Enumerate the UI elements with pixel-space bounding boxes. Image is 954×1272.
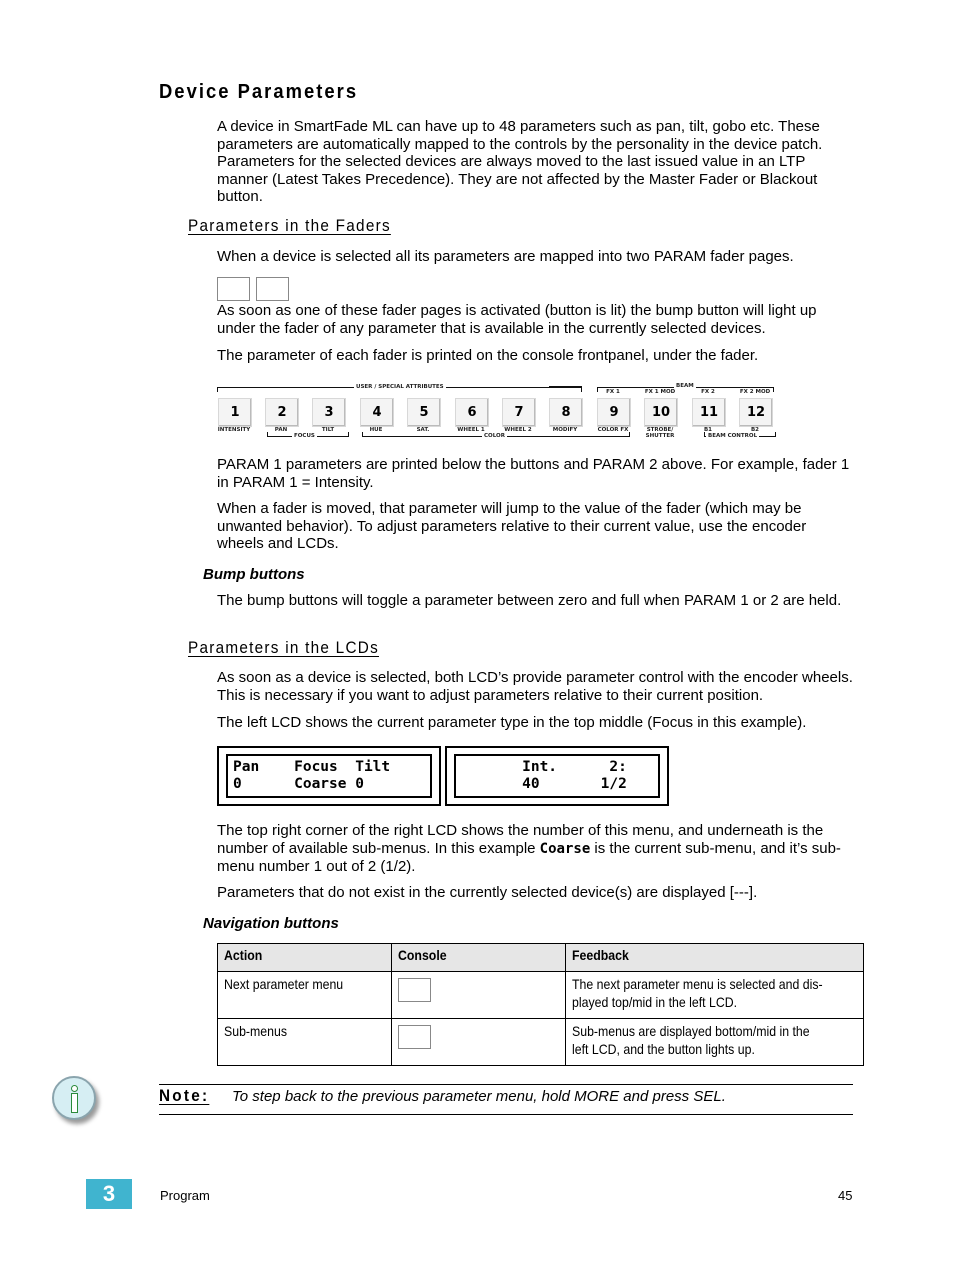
fader-button-12: 12 (739, 398, 773, 427)
param2-label-9: FX 1 (606, 389, 620, 395)
table-header-action: Action (217, 943, 392, 972)
param2-label-12: FX 2 MOD (739, 389, 771, 395)
console-frontpanel: USER / SPECIAL ATTRIBUTES BEAM 1 2 3 4 5… (212, 378, 778, 442)
right-lcd: Int. 2: 40 1/2 (445, 746, 669, 806)
fader-button-3: 3 (312, 398, 346, 427)
table-cell-action: Next parameter menu (217, 971, 392, 1019)
fader-button-11: 11 (692, 398, 726, 427)
note-bottom-rule (159, 1114, 853, 1115)
lcds-paragraph-4: Parameters that do not exist in the curr… (217, 884, 758, 901)
note-label: Note: (159, 1086, 210, 1105)
param1-label-1: INTENSITY (217, 427, 251, 433)
left-lcd-line-2: 0 Coarse 0 (233, 776, 364, 792)
info-icon (52, 1076, 96, 1120)
lcds-paragraph-3: The top right corner of the right LCD sh… (217, 822, 857, 876)
table-header-feedback: Feedback (565, 943, 864, 972)
fader-button-9: 9 (597, 398, 631, 427)
faders-paragraph-5: When a fader is moved, that parameter wi… (217, 500, 807, 552)
table-row: Sub-menus Sub-menus are displayed bottom… (217, 1018, 864, 1066)
left-lcd: Pan Focus Tilt 0 Coarse 0 (217, 746, 441, 806)
fader-button-1: 1 (218, 398, 252, 427)
table-header-console: Console (391, 943, 566, 972)
fader-button-8: 8 (549, 398, 583, 427)
group-label-focus: FOCUS (292, 433, 317, 439)
fader-button-2: 2 (265, 398, 299, 427)
table-cell-console (391, 1018, 566, 1066)
fader-button-7: 7 (502, 398, 536, 427)
table-row: Next parameter menu The next parameter m… (217, 971, 864, 1019)
faders-paragraph-4: PARAM 1 parameters are printed below the… (217, 456, 850, 491)
sub-menus-button[interactable] (398, 1025, 431, 1049)
section-title: Device Parameters (159, 81, 359, 103)
intro-paragraph: A device in SmartFade ML can have up to … (217, 118, 823, 205)
chapter-number-badge: 3 (86, 1179, 132, 1209)
fader-button-6: 6 (455, 398, 489, 427)
param1-page-button[interactable] (217, 277, 250, 301)
table-cell-feedback: The next parameter menu is selected and … (565, 971, 864, 1019)
navigation-buttons-title: Navigation buttons (203, 915, 339, 932)
param1-label-10: STROBE/ SHUTTER (645, 427, 675, 439)
info-icon-bar (71, 1093, 78, 1113)
user-special-bracket-end (549, 386, 582, 392)
fader-button-10: 10 (644, 398, 678, 427)
param2-label-11: FX 2 (701, 389, 715, 395)
fader-button-5: 5 (407, 398, 441, 427)
bump-buttons-paragraph: The bump buttons will toggle a parameter… (217, 592, 842, 609)
lcds-paragraph-2: The left LCD shows the current parameter… (217, 714, 807, 731)
note-top-rule (159, 1084, 853, 1085)
next-parameter-menu-button[interactable] (398, 978, 431, 1002)
lcds-paragraph-1: As soon as a device is selected, both LC… (217, 669, 853, 704)
page-number: 45 (838, 1188, 853, 1203)
group-label-color: COLOR (482, 433, 507, 439)
note-text: To step back to the previous parameter m… (232, 1088, 726, 1105)
table-cell-console (391, 971, 566, 1019)
faders-paragraph-3: The parameter of each fader is printed o… (217, 347, 759, 364)
group-label-beam-control: BEAM CONTROL (706, 433, 760, 439)
left-lcd-line-1: Pan Focus Tilt (233, 759, 391, 775)
table-cell-action: Sub-menus (217, 1018, 392, 1066)
bump-buttons-title: Bump buttons (203, 566, 305, 583)
group-label-user-special: USER / SPECIAL ATTRIBUTES (354, 384, 446, 390)
footer-chapter-title: Program (160, 1188, 210, 1203)
subsection-title-lcds: Parameters in the LCDs (188, 638, 379, 657)
faders-paragraph-2: As soon as one of these fader pages is a… (217, 302, 817, 337)
param2-page-button[interactable] (256, 277, 289, 301)
right-lcd-screen: Int. 2: 40 1/2 (454, 754, 660, 798)
param2-label-10: FX 1 MOD (644, 389, 676, 395)
submenu-code-text: Coarse (539, 840, 591, 857)
info-icon-dot (71, 1085, 78, 1092)
subsection-title-faders: Parameters in the Faders (188, 216, 391, 235)
fader-button-4: 4 (360, 398, 394, 427)
left-lcd-screen: Pan Focus Tilt 0 Coarse 0 (226, 754, 432, 798)
navigation-table: Action Console Feedback Next parameter m… (217, 943, 864, 1066)
right-lcd-line-2: 40 1/2 (461, 776, 627, 792)
right-lcd-line-1: Int. 2: (461, 759, 627, 775)
faders-paragraph-1: When a device is selected all its parame… (217, 248, 794, 265)
table-cell-feedback: Sub-menus are displayed bottom/mid in th… (565, 1018, 864, 1066)
table-header-row: Action Console Feedback (217, 943, 864, 972)
